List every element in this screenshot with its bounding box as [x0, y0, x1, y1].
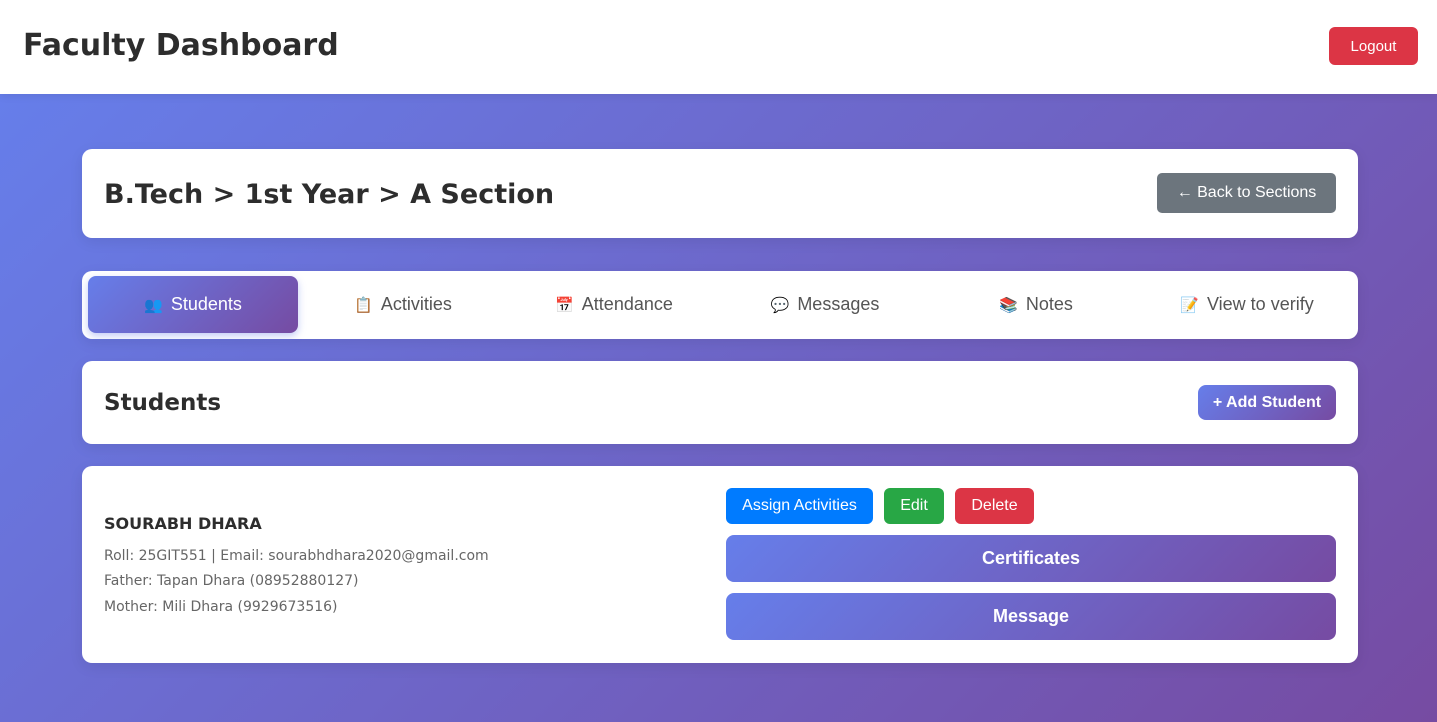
speech-bubble-icon: 💬: [770, 296, 790, 314]
main-content: B.Tech > 1st Year > A Section ← Back to …: [0, 94, 1437, 722]
tab-label: Messages: [797, 294, 880, 314]
student-mother: Mother: Mili Dhara (9929673516): [104, 599, 338, 615]
add-student-button[interactable]: + Add Student: [1198, 385, 1336, 420]
memo-icon: 📝: [1180, 296, 1199, 314]
certificates-button[interactable]: Certificates: [726, 535, 1336, 582]
calendar-icon: 📅: [555, 296, 574, 314]
tab-activities[interactable]: 📋 Activities: [298, 276, 508, 333]
top-bar: Faculty Dashboard Logout: [0, 0, 1437, 94]
logout-button[interactable]: Logout: [1329, 27, 1418, 65]
breadcrumb: B.Tech > 1st Year > A Section: [104, 179, 555, 210]
tab-label: Notes: [1025, 294, 1073, 314]
tab-label: View to verify: [1206, 294, 1314, 314]
message-button[interactable]: Message: [726, 593, 1336, 640]
clipboard-icon: 📋: [354, 296, 373, 314]
student-name: SOURABH DHARA: [104, 514, 262, 533]
breadcrumb-card: B.Tech > 1st Year > A Section ← Back to …: [82, 149, 1358, 238]
tab-attendance[interactable]: 📅 Attendance: [509, 276, 719, 333]
tab-label: Students: [170, 294, 242, 314]
tab-bar: 👥 Students 📋 Activities 📅 Attendance 💬 M…: [82, 271, 1358, 339]
students-header-card: Students + Add Student: [82, 361, 1358, 444]
assign-activities-button[interactable]: Assign Activities: [726, 488, 873, 524]
back-to-sections-button[interactable]: ← Back to Sections: [1157, 173, 1336, 213]
users-icon: 👥: [144, 296, 163, 314]
student-card: SOURABH DHARA Roll: 25GIT551 | Email: so…: [82, 466, 1358, 663]
books-icon: 📚: [999, 296, 1018, 314]
tab-notes[interactable]: 📚 Notes: [931, 276, 1141, 333]
tab-students[interactable]: 👥 Students: [88, 276, 298, 333]
section-title: Students: [104, 390, 222, 416]
student-roll-email: Roll: 25GIT551 | Email: sourabhdhara2020…: [104, 548, 489, 564]
page-title: Faculty Dashboard: [23, 28, 339, 63]
delete-button[interactable]: Delete: [955, 488, 1034, 524]
edit-button[interactable]: Edit: [884, 488, 944, 524]
tab-label: Activities: [380, 294, 452, 314]
tab-view-to-verify[interactable]: 📝 View to verify: [1142, 276, 1352, 333]
tab-label: Attendance: [581, 294, 673, 314]
tab-messages[interactable]: 💬 Messages: [720, 276, 930, 333]
student-father: Father: Tapan Dhara (08952880127): [104, 573, 359, 589]
